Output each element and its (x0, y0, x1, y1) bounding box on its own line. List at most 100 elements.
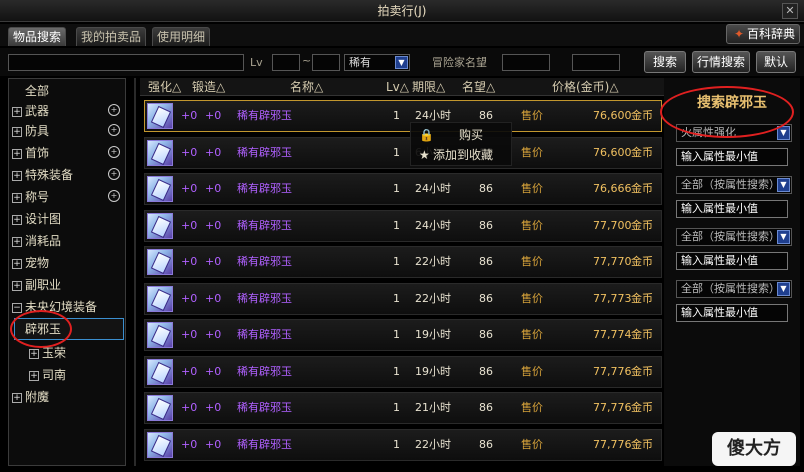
table-row[interactable]: +0 +0 稀有辟邪玉 1 19小时 86 售价 77,776 金币 (144, 355, 662, 388)
zoom-icon[interactable]: + (108, 146, 120, 158)
sidebar-item-all[interactable]: 全部 (25, 81, 137, 101)
sidebar-scrollbar[interactable] (134, 78, 136, 466)
cell-enhance: +0 (181, 364, 198, 378)
table-row[interactable]: +0 +0 稀有辟邪玉 1 24小时 86 售价 76,600 金币 (144, 100, 662, 132)
default-button[interactable]: 默认 (756, 51, 796, 73)
cell-price: 77,700 (593, 218, 632, 232)
rarity-select[interactable]: 稀有 ▼ (344, 54, 410, 71)
sidebar-item-consumable[interactable]: + 消耗品 (12, 231, 124, 251)
col-price[interactable]: 价格(金币)△ (552, 78, 619, 96)
chevron-down-icon[interactable]: ▼ (777, 282, 790, 296)
col-enhance[interactable]: 强化△ (148, 78, 181, 96)
col-level[interactable]: Lv△ (386, 78, 409, 96)
cell-sale-type: 售价 (521, 109, 543, 122)
table-row[interactable]: +0 +0 稀有辟邪玉 1 22小时 86 售价 77,773 金币 (144, 282, 662, 315)
sidebar-item-sinan[interactable]: + 司南 (29, 365, 123, 385)
expand-icon[interactable]: + (12, 393, 22, 403)
sidebar-item-weapon[interactable]: + 武器 + (12, 101, 124, 121)
chevron-down-icon[interactable]: ▼ (777, 230, 790, 244)
encyclopedia-button[interactable]: ✦ 百科辞典 (726, 24, 800, 44)
cell-sale-type: 售价 (521, 182, 543, 195)
expand-icon[interactable]: + (12, 215, 22, 225)
attr-min-input-2[interactable]: 输入属性最小值 (676, 200, 788, 218)
attr-min-input-3[interactable]: 输入属性最小值 (676, 252, 788, 270)
sidebar-item-label: 宠物 (25, 256, 50, 270)
expand-icon[interactable]: + (29, 349, 39, 359)
sidebar-item-blueprint[interactable]: + 设计图 (12, 209, 124, 229)
context-add-favorite[interactable]: ★ 添加到收藏 (411, 145, 513, 165)
cell-fame: 86 (479, 437, 493, 451)
expand-icon[interactable]: + (12, 281, 22, 291)
sidebar-item-subjob[interactable]: + 副职业 (12, 275, 124, 295)
attr-select-2[interactable]: 全部（按属性搜索） ▼ (676, 176, 792, 194)
expand-icon[interactable]: + (12, 237, 22, 247)
cell-enhance: +0 (181, 182, 198, 195)
cell-level: 1 (393, 109, 400, 122)
table-row[interactable]: +0 +0 稀有辟邪玉 1 22小时 86 售价 77,770 金币 (144, 246, 662, 278)
table-row[interactable]: +0 +0 稀有辟邪玉 1 19小时 86 售价 77,774 金币 (144, 319, 662, 351)
level-label: Lv (250, 56, 263, 69)
table-row[interactable]: +0+0稀有辟邪玉16小时86售价76,600金币 (144, 136, 662, 169)
table-row[interactable]: +0 +0 稀有辟邪玉 1 21小时 86 售价 77,776 金币 (144, 392, 662, 424)
cell-fame: 86 (479, 255, 493, 268)
chevron-down-icon[interactable]: ▼ (395, 56, 408, 69)
col-fame[interactable]: 名望△ (462, 78, 495, 96)
cell-term: 24小时 (415, 182, 451, 195)
sidebar-item-title[interactable]: + 称号 + (12, 187, 124, 207)
chevron-down-icon[interactable]: ▼ (777, 178, 790, 192)
table-row[interactable]: +0 +0 稀有辟邪玉 1 24小时 86 售价 76,666 金币 (144, 173, 662, 205)
zoom-icon[interactable]: + (108, 190, 120, 202)
expand-icon[interactable]: + (12, 127, 22, 137)
close-icon[interactable]: ✕ (782, 3, 798, 19)
fame-min-input[interactable] (502, 54, 550, 71)
table-header: 强化△ 锻造△ 名称△ Lv△ 期限△ 名望△ 价格(金币)△ (140, 78, 664, 96)
tab-usage-details[interactable]: 使用明细 (152, 27, 211, 46)
attr-select-2-value: 全部（按属性搜索） (681, 178, 780, 191)
cell-enhance: +0 (181, 401, 198, 414)
search-button[interactable]: 搜索 (644, 51, 686, 73)
level-min-input[interactable] (272, 54, 300, 71)
tab-item-search[interactable]: 物品搜索 (8, 27, 67, 46)
jade-item-icon (147, 176, 173, 202)
sidebar-item-jewelry[interactable]: + 首饰 + (12, 143, 124, 163)
zoom-icon[interactable]: + (108, 168, 120, 180)
zoom-icon[interactable]: + (108, 124, 120, 136)
attr-select-4[interactable]: 全部（按属性搜索） ▼ (676, 280, 792, 298)
fame-max-input[interactable] (572, 54, 620, 71)
sidebar-item-armor[interactable]: + 防具 + (12, 121, 124, 141)
attr-select-3[interactable]: 全部（按属性搜索） ▼ (676, 228, 792, 246)
tab-my-auctions[interactable]: 我的拍卖品 (76, 27, 147, 46)
cell-fame: 86 (479, 401, 493, 414)
sidebar-item-special[interactable]: + 特殊装备 + (12, 165, 124, 185)
col-term[interactable]: 期限△ (412, 78, 445, 96)
window-titlebar: 拍卖行(J) ✕ (0, 0, 804, 22)
cell-forge: +0 (205, 182, 222, 195)
expand-icon[interactable]: + (12, 107, 22, 117)
zoom-icon[interactable]: + (108, 104, 120, 116)
expand-icon[interactable]: + (12, 259, 22, 269)
context-buy[interactable]: 🔒 购买 (411, 125, 513, 145)
sidebar-item-pet[interactable]: + 宠物 (12, 253, 124, 273)
expand-icon[interactable]: + (12, 149, 22, 159)
sidebar-item-label: 防具 (25, 124, 50, 138)
table-row[interactable]: +0 +0 稀有辟邪玉 1 22小时 86 售价 77,776 金币 (144, 428, 662, 461)
expand-icon[interactable]: + (12, 171, 22, 181)
table-row[interactable]: +0 +0 稀有辟邪玉 1 24小时 86 售价 77,700 金币 (144, 209, 662, 242)
expand-icon[interactable]: + (12, 193, 22, 203)
sidebar-item-label: 首饰 (25, 146, 50, 160)
attr-min-input-1[interactable]: 输入属性最小值 (676, 148, 788, 166)
level-max-input[interactable] (312, 54, 340, 71)
cell-level: 1 (393, 291, 400, 305)
level-separator: ~ (302, 54, 312, 67)
sidebar-item-enchant[interactable]: + 附魔 (12, 387, 124, 407)
market-search-button[interactable]: 行情搜索 (692, 51, 750, 73)
col-forge[interactable]: 锻造△ (192, 78, 225, 96)
item-name-input[interactable] (8, 54, 244, 71)
collapse-icon[interactable]: − (12, 303, 22, 313)
attr-min-input-4[interactable]: 输入属性最小值 (676, 304, 788, 322)
col-name[interactable]: 名称△ (290, 78, 323, 96)
cell-forge: +0 (205, 218, 222, 232)
attr-select-4-value: 全部（按属性搜索） (681, 282, 780, 295)
cell-price: 77,776 (593, 401, 632, 414)
expand-icon[interactable]: + (29, 371, 39, 381)
